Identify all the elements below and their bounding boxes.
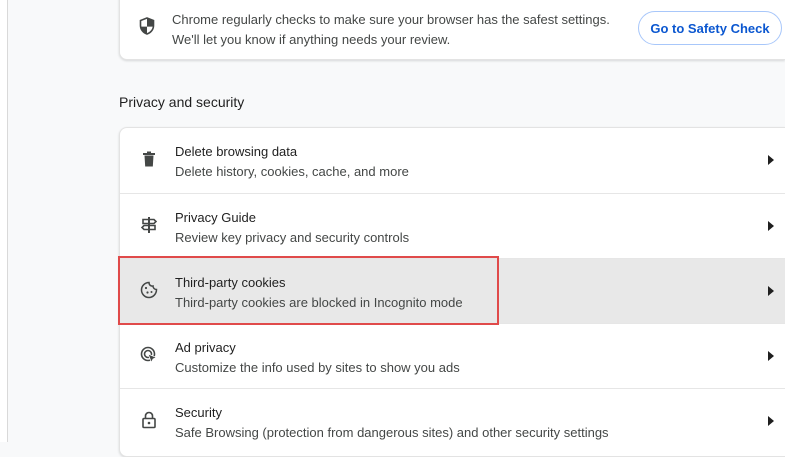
go-to-safety-check-button[interactable]: Go to Safety Check	[638, 11, 782, 45]
signpost-icon	[140, 216, 158, 234]
safety-check-card: Chrome regularly checks to make sure you…	[119, 0, 785, 60]
row-subtitle: Review key privacy and security controls	[175, 230, 410, 245]
row-title: Security	[175, 405, 222, 420]
row-subtitle: Customize the info used by sites to show…	[175, 360, 460, 375]
section-title: Privacy and security	[119, 94, 245, 110]
safety-check-line-2: We'll let you know if anything needs you…	[172, 32, 451, 47]
row-title: Delete browsing data	[175, 144, 298, 159]
row-subtitle: Delete history, cookies, cache, and more	[175, 164, 409, 179]
chevron-right-icon	[768, 221, 774, 231]
chevron-right-icon	[768, 286, 774, 296]
settings-row-third-party-cookies[interactable]: Third-party cookies Third-party cookies …	[120, 258, 785, 323]
safety-check-description: Chrome regularly checks to make sure you…	[172, 10, 610, 50]
cookie-icon	[140, 281, 158, 299]
chevron-right-icon	[768, 351, 774, 361]
privacy-security-card: Delete browsing data Delete history, coo…	[119, 127, 785, 457]
shield-icon	[139, 17, 155, 35]
safety-check-line-1: Chrome regularly checks to make sure you…	[172, 12, 610, 27]
trash-icon	[140, 150, 158, 168]
window-left-edge	[0, 0, 8, 442]
row-title: Privacy Guide	[175, 210, 256, 225]
chevron-right-icon	[768, 155, 774, 165]
row-title: Third-party cookies	[175, 275, 286, 290]
settings-row-delete-browsing-data[interactable]: Delete browsing data Delete history, coo…	[120, 128, 785, 193]
row-title: Ad privacy	[175, 340, 236, 355]
chevron-right-icon	[768, 416, 774, 426]
ad-privacy-icon	[140, 346, 158, 364]
settings-row-security[interactable]: Security Safe Browsing (protection from …	[120, 388, 785, 453]
lock-icon	[140, 411, 158, 429]
settings-row-ad-privacy[interactable]: Ad privacy Customize the info used by si…	[120, 323, 785, 388]
row-subtitle: Third-party cookies are blocked in Incog…	[175, 295, 463, 310]
settings-row-privacy-guide[interactable]: Privacy Guide Review key privacy and sec…	[120, 193, 785, 258]
row-subtitle: Safe Browsing (protection from dangerous…	[175, 425, 609, 440]
